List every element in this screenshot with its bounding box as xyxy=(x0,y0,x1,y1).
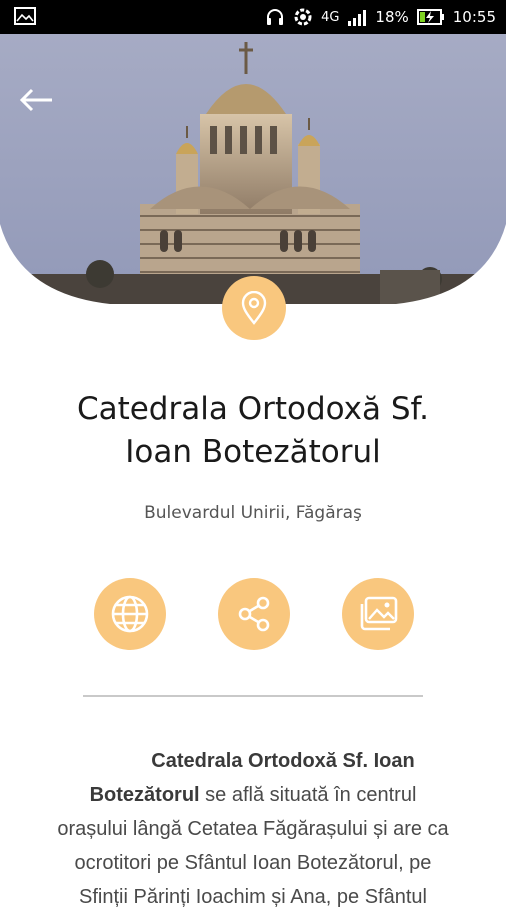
description-line2: Botezătorul se află situată în centrul xyxy=(22,778,484,812)
battery-percent: 18% xyxy=(375,8,409,26)
description-line1: Catedrala Ortodoxă Sf. Ioan xyxy=(22,744,484,778)
description-bold-name-part2: Botezătorul xyxy=(89,784,200,806)
place-title-line1: Catedrala Ortodoxă Sf. xyxy=(76,391,430,427)
headphones-icon xyxy=(267,9,284,25)
description-text-part1: se află situată în centrul xyxy=(199,784,417,806)
place-description: Catedrala Ortodoxă Sf. Ioan Botezătorul … xyxy=(22,744,484,914)
website-button[interactable] xyxy=(94,578,166,650)
sync-icon xyxy=(294,8,312,26)
photo-gallery-icon xyxy=(360,596,398,631)
signal-icon xyxy=(348,10,367,26)
place-title: Catedrala Ortodoxă Sf. Ioan Botezătorul xyxy=(30,388,476,474)
gallery-notification-icon xyxy=(14,7,36,25)
place-address: Bulevardul Unirii, Făgăraş xyxy=(144,503,362,523)
clock-time: 10:55 xyxy=(452,8,496,26)
description-line3: orașului lângă Cetatea Făgărașului și ar… xyxy=(57,818,449,840)
location-pin-icon xyxy=(241,291,267,325)
description-line4: ocrotitori pe Sfântul Ioan Botezătorul, … xyxy=(74,852,432,874)
battery-charging-icon xyxy=(416,9,444,25)
place-title-line2: Ioan Botezătorul xyxy=(125,434,381,470)
share-icon xyxy=(238,596,270,632)
hero-image xyxy=(0,34,506,304)
gallery-button[interactable] xyxy=(342,578,414,650)
section-divider xyxy=(83,695,423,697)
status-bar: 4G 18% 10:55 xyxy=(0,0,506,34)
arrow-left-icon xyxy=(19,88,52,112)
description-bold-name-part1: Catedrala Ortodoxă Sf. Ioan xyxy=(151,750,415,772)
network-type: 4G xyxy=(321,9,340,25)
location-pin-button[interactable] xyxy=(222,276,286,340)
description-line5: Sfinții Părinți Ioachim și Ana, pe Sfânt… xyxy=(79,886,427,908)
share-button[interactable] xyxy=(218,578,290,650)
back-button[interactable] xyxy=(14,82,58,118)
globe-icon xyxy=(111,595,149,633)
